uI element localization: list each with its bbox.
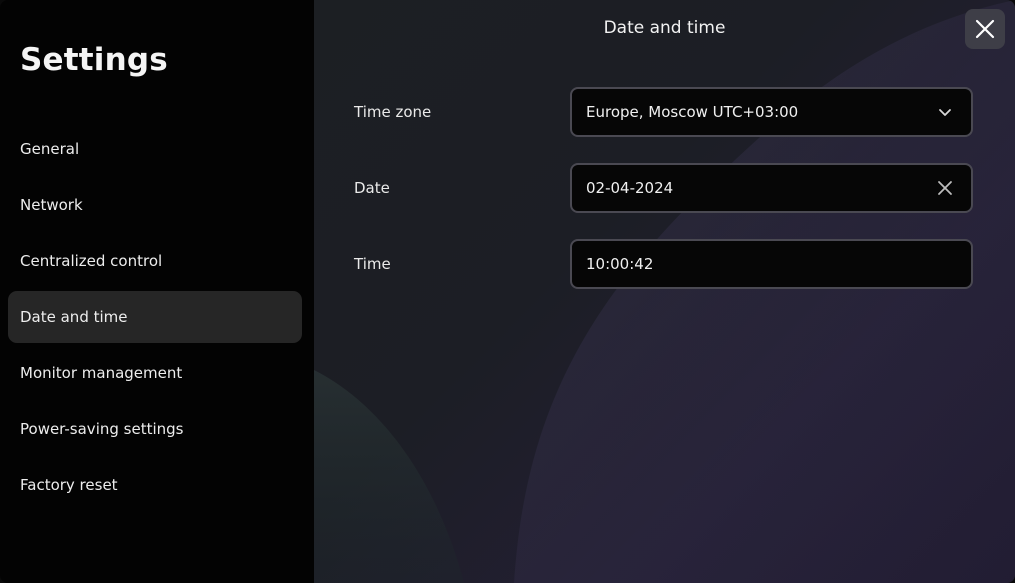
- date-value: 02-04-2024: [586, 179, 674, 197]
- sidebar-nav: General Network Centralized control Date…: [8, 123, 302, 515]
- sidebar: Settings General Network Centralized con…: [0, 0, 314, 583]
- sidebar-title: Settings: [20, 42, 168, 78]
- sidebar-item-factory-reset[interactable]: Factory reset: [8, 459, 302, 511]
- timezone-value: Europe, Moscow UTC+03:00: [586, 103, 799, 121]
- sidebar-item-general[interactable]: General: [8, 123, 302, 175]
- date-label: Date: [354, 179, 390, 197]
- chevron-down-icon: [933, 100, 957, 124]
- date-field[interactable]: 02-04-2024: [570, 163, 973, 213]
- sidebar-item-centralized-control[interactable]: Centralized control: [8, 235, 302, 287]
- close-icon: [975, 19, 995, 39]
- time-field[interactable]: 10:00:42: [570, 239, 973, 289]
- page-title: Date and time: [603, 18, 726, 38]
- settings-window: Settings General Network Centralized con…: [0, 0, 1015, 583]
- close-button[interactable]: [965, 9, 1005, 49]
- sidebar-item-date-and-time[interactable]: Date and time: [8, 291, 302, 343]
- content-panel: Date and time Time zone Europe, Moscow U…: [314, 0, 1015, 583]
- sidebar-item-network[interactable]: Network: [8, 179, 302, 231]
- clear-icon[interactable]: [933, 176, 957, 200]
- time-value: 10:00:42: [586, 255, 654, 273]
- sidebar-item-monitor-management[interactable]: Monitor management: [8, 347, 302, 399]
- time-label: Time: [354, 255, 391, 273]
- timezone-select[interactable]: Europe, Moscow UTC+03:00: [570, 87, 973, 137]
- sidebar-item-power-saving-settings[interactable]: Power-saving settings: [8, 403, 302, 455]
- timezone-label: Time zone: [354, 103, 432, 121]
